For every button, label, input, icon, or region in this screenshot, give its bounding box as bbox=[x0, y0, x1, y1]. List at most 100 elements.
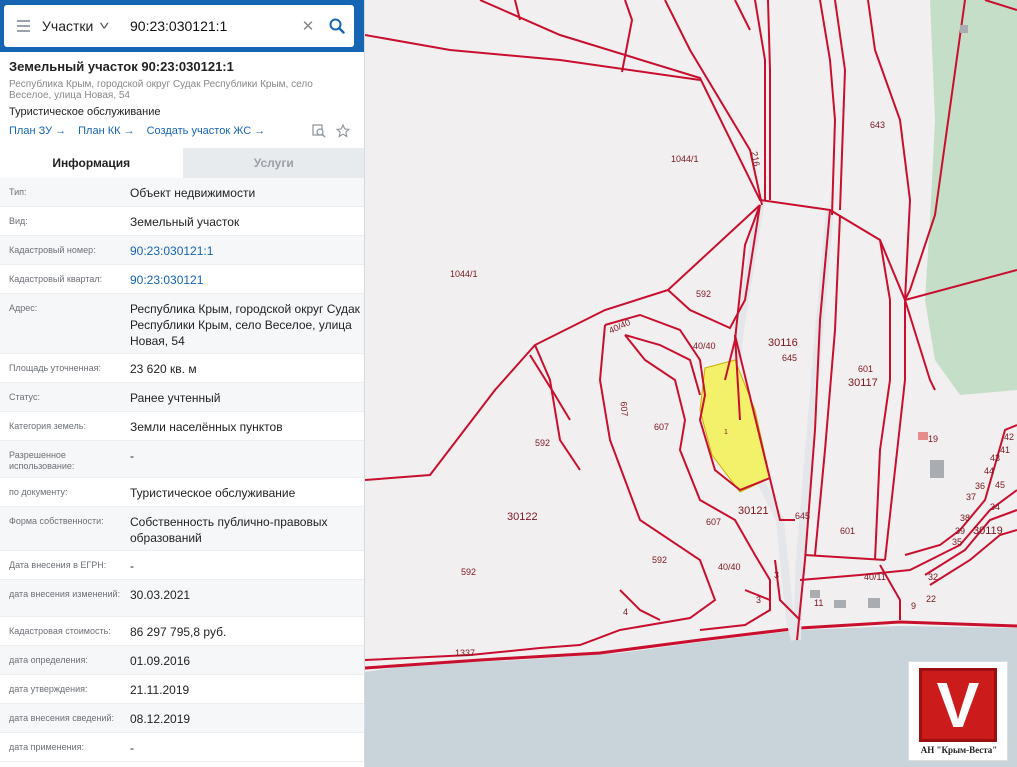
property-row: Площадь уточненная: 23 620 кв. м bbox=[0, 354, 364, 383]
menu-icon[interactable] bbox=[4, 5, 42, 47]
parcel-label: 592 bbox=[535, 438, 550, 448]
parcel-label: 607 bbox=[706, 517, 721, 527]
agency-logo: V АН "Крым-Веста" bbox=[908, 661, 1008, 761]
property-value: - bbox=[130, 741, 134, 755]
parcel-label: 592 bbox=[652, 555, 667, 565]
property-label: Категория земель: bbox=[9, 421, 86, 431]
property-value: 21.11.2019 bbox=[130, 683, 190, 697]
property-value: Объект недвижимости bbox=[130, 186, 256, 200]
star-icon[interactable] bbox=[336, 124, 350, 138]
property-row: Адрес: Республика Крым, городской округ С… bbox=[0, 294, 364, 354]
parcel-label: 1044/1 bbox=[671, 154, 699, 164]
parcel-label: 19 bbox=[928, 434, 938, 444]
search-input[interactable]: 90:23:030121:1 bbox=[124, 18, 296, 34]
object-tools bbox=[312, 124, 350, 138]
parcel-label: 11 bbox=[814, 598, 823, 608]
tabs: Информация Услуги bbox=[0, 148, 364, 178]
property-value: Республика Крым, городской округ Судак Р… bbox=[130, 302, 360, 348]
plan-kk-link[interactable]: План КК → bbox=[78, 125, 134, 137]
parcel-label: 1 bbox=[724, 429, 728, 436]
info-panel: Участки ˅ 90:23:030121:1 ✕ Земельный уча… bbox=[0, 0, 365, 767]
create-parcel-link[interactable]: Создать участок ЖС → bbox=[147, 125, 266, 137]
parcel-label: 22 bbox=[926, 594, 936, 604]
tab-services[interactable]: Услуги bbox=[182, 148, 364, 178]
property-label: Кадастровый номер: bbox=[9, 245, 96, 255]
parcel-label: 40/11 bbox=[864, 572, 886, 582]
parcel-label: 30119 bbox=[973, 525, 1003, 537]
property-label: Дата внесения в ЕГРН: bbox=[9, 560, 107, 570]
map[interactable]: 1044/1 1044/1 216 643 592 40/40 40/40 30… bbox=[365, 0, 1017, 767]
property-label: дата утверждения: bbox=[9, 684, 88, 694]
category-select[interactable]: Участки bbox=[42, 18, 104, 34]
cadastral-map[interactable]: 1044/1 1044/1 216 643 592 40/40 40/40 30… bbox=[365, 0, 1017, 767]
property-label: Тип: bbox=[9, 187, 27, 197]
parcel-label: 41 bbox=[1000, 445, 1010, 455]
plan-zu-link[interactable]: План ЗУ → bbox=[9, 125, 66, 137]
property-value: - bbox=[130, 449, 134, 463]
parcel-label: 30116 bbox=[768, 337, 798, 349]
property-label: Кадастровая стоимость: bbox=[9, 626, 111, 636]
property-label: Разрешенное использование: bbox=[9, 450, 75, 471]
parcel-label: 643 bbox=[870, 120, 885, 130]
parcel-label: 592 bbox=[461, 567, 476, 577]
parcel-label: 1337 bbox=[455, 648, 475, 658]
property-label: Площадь уточненная: bbox=[9, 363, 101, 373]
property-value: Земельный участок bbox=[130, 215, 240, 229]
parcel-label: 36 bbox=[975, 481, 985, 491]
property-row: по документу: Туристическое обслуживание bbox=[0, 478, 364, 507]
property-value: 23 620 кв. м bbox=[130, 362, 197, 376]
property-row: дата применения: - bbox=[0, 733, 364, 762]
property-label: Кадастровый квартал: bbox=[9, 274, 103, 284]
property-row: Вид: Земельный участок bbox=[0, 207, 364, 236]
parcel-label: 601 bbox=[858, 364, 873, 374]
parcel-label: 39 bbox=[955, 526, 965, 536]
parcel-label: 30117 bbox=[848, 377, 878, 389]
tab-information[interactable]: Информация bbox=[0, 148, 183, 178]
property-label: Адрес: bbox=[9, 303, 38, 313]
parcel-label: 645 bbox=[795, 511, 810, 521]
parcel-label: 9 bbox=[911, 601, 916, 611]
parcel-label: 45 bbox=[995, 480, 1005, 490]
property-label: Форма собственности: bbox=[9, 516, 104, 526]
property-row: Кадастровый квартал: 90:23:030121 bbox=[0, 265, 364, 294]
chevron-down-icon[interactable]: ˅ bbox=[99, 19, 129, 33]
parcel-label: 3 bbox=[774, 570, 779, 580]
property-label: дата внесения сведений: bbox=[9, 713, 114, 723]
property-row: Форма собственности: Собственность публич… bbox=[0, 507, 364, 551]
parcel-label: 607 bbox=[654, 422, 669, 432]
parcel-label: 3 bbox=[756, 595, 761, 605]
property-value: Земли населённых пунктов bbox=[130, 420, 283, 434]
parcel-label: 43 bbox=[990, 453, 1000, 463]
find-on-map-icon[interactable] bbox=[312, 124, 326, 138]
property-value: 30.03.2021 bbox=[130, 588, 191, 602]
property-value: - bbox=[130, 559, 134, 573]
property-row: дата внесения сведений: 08.12.2019 bbox=[0, 704, 364, 733]
property-label: Статус: bbox=[9, 392, 40, 402]
parcel-label: 32 bbox=[928, 572, 938, 582]
property-label: дата определения: bbox=[9, 655, 88, 665]
clear-icon[interactable]: ✕ bbox=[296, 17, 320, 35]
object-use: Туристическое обслуживание bbox=[9, 106, 161, 118]
property-label: дата применения: bbox=[9, 742, 85, 752]
parcel-label: 607 bbox=[618, 401, 629, 417]
parcel-label: 1044/1 bbox=[450, 269, 478, 279]
parcel-label: 40/40 bbox=[718, 562, 741, 572]
cadastral-quarter-link[interactable]: 90:23:030121 bbox=[121, 265, 364, 293]
object-title: Земельный участок 90:23:030121:1 bbox=[9, 59, 234, 74]
property-label: Вид: bbox=[9, 216, 28, 226]
search-icon[interactable] bbox=[320, 18, 354, 34]
property-row: Дата внесения в ЕГРН: - bbox=[0, 551, 364, 580]
cadastral-number-link[interactable]: 90:23:030121:1 bbox=[121, 236, 364, 264]
parcel-label: 42 bbox=[1004, 432, 1014, 442]
property-label: дата внесения изменений: bbox=[9, 589, 121, 599]
parcel-label: 35 bbox=[952, 537, 962, 547]
search-bar: Участки ˅ 90:23:030121:1 ✕ bbox=[0, 0, 364, 52]
parcel-label: 4 bbox=[623, 607, 628, 617]
property-row: дата определения: 01.09.2016 bbox=[0, 646, 364, 675]
property-row: Кадастровый номер: 90:23:030121:1 bbox=[0, 236, 364, 265]
property-row: Разрешенное использование: - bbox=[0, 441, 364, 478]
property-row: Категория земель: Земли населённых пункто… bbox=[0, 412, 364, 441]
property-value: 86 297 795,8 руб. bbox=[130, 625, 227, 639]
properties-table: Тип: Объект недвижимости Вид: Земельный уч… bbox=[0, 178, 364, 762]
parcel-label: 38 bbox=[960, 513, 970, 523]
